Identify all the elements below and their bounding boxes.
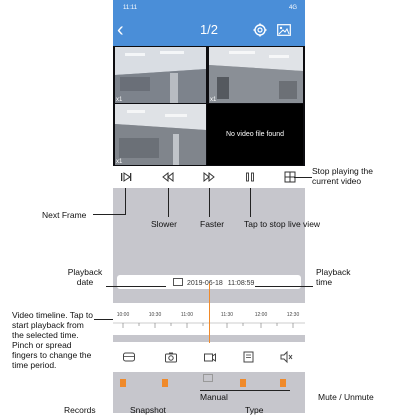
playback-date-value: 2019-06-18: [186, 280, 223, 287]
tile-label: x1: [116, 159, 123, 165]
calendar-icon: [173, 278, 183, 286]
gear-icon[interactable]: [253, 23, 267, 37]
records-indicator: [120, 379, 126, 387]
annotation-stop-playing: Stop playing the current video: [312, 166, 373, 186]
annotation-leader: [106, 286, 166, 287]
video-tile-1[interactable]: x1: [115, 47, 206, 103]
annotation-mute: Mute / Unmute: [318, 392, 374, 402]
playback-time-value: 11:08:59: [227, 280, 255, 287]
annotation-leader: [250, 188, 251, 217]
annotation-stop-live: Tap to stop live view: [244, 219, 321, 229]
status-signal: 4G: [288, 5, 297, 11]
annotation-leader: [294, 177, 312, 178]
gallery-icon[interactable]: [277, 24, 291, 36]
video-tile-3[interactable]: x1: [115, 104, 206, 165]
mute-indicator: [280, 379, 286, 387]
annotation-leader: [200, 390, 290, 391]
camera-feed-image: [115, 47, 206, 103]
tile-label: x1: [210, 97, 217, 103]
camera-feed-image: [115, 104, 206, 165]
annotation-leader: [209, 188, 210, 217]
pause-icon[interactable]: [243, 170, 257, 184]
annotation-next-frame: Next Frame: [42, 210, 87, 220]
records-icon[interactable]: [122, 350, 136, 364]
snapshot-indicator: [162, 379, 168, 387]
faster-icon[interactable]: [202, 170, 216, 184]
video-tile-2[interactable]: x1: [209, 47, 303, 103]
next-frame-icon[interactable]: [119, 170, 133, 184]
home-indicator: [203, 374, 213, 382]
playback-datetime: 2019-06-18 11:08:59: [173, 278, 254, 287]
annotation-faster: Faster: [200, 219, 225, 229]
mute-icon[interactable]: [279, 350, 293, 364]
annotation-records: Records: [64, 405, 96, 415]
annotation-leader: [168, 188, 169, 217]
playback-controls: [113, 166, 305, 188]
bottom-toolbar: [113, 342, 305, 372]
nav-bar: ‹ 1/2: [113, 16, 305, 46]
annotation-slower: Slower: [151, 219, 177, 229]
back-icon[interactable]: ‹: [117, 18, 131, 42]
status-time: 11:11: [123, 5, 138, 11]
annotation-leader: [255, 286, 313, 287]
timeline-cursor: [209, 283, 210, 343]
camera-feed-image: [209, 47, 303, 103]
annotation-playback-date: Playback date: [67, 267, 103, 287]
no-video-text: No video file found: [226, 131, 284, 138]
no-video-tile: No video file found: [207, 104, 303, 165]
annotation-type: Type: [245, 405, 264, 415]
annotation-leader: [93, 214, 125, 215]
tile-label: x1: [116, 97, 123, 103]
snapshot-icon[interactable]: [164, 350, 178, 364]
slower-icon[interactable]: [161, 170, 175, 184]
type-indicator: [240, 379, 246, 387]
annotation-video-timeline: Video timeline. Tap to start playback fr…: [12, 310, 93, 370]
status-bar: 11:11 4G: [113, 0, 305, 16]
annotation-manual: Manual: [200, 392, 228, 402]
annotation-leader: [94, 319, 113, 320]
page-title: 1/2: [199, 22, 219, 37]
type-filter-icon[interactable]: [242, 350, 256, 364]
manual-record-icon[interactable]: [203, 350, 217, 364]
annotation-leader: [125, 188, 126, 215]
annotation-playback-time: Playback time: [316, 267, 351, 287]
annotation-snapshot: Snapshot: [130, 405, 166, 415]
